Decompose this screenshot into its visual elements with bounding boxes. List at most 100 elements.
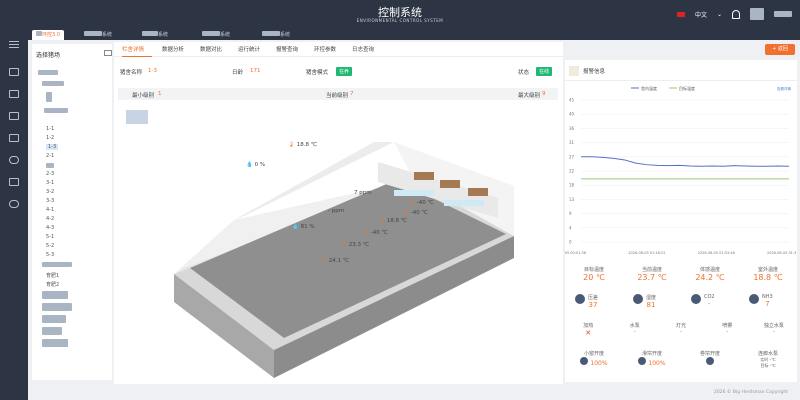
language-selector[interactable]: 中文: [695, 10, 707, 19]
details-link[interactable]: 查看详情: [777, 86, 791, 91]
chevron-down-icon: ⌄: [716, 10, 722, 18]
tab-params[interactable]: 环控参数: [314, 45, 336, 53]
y-tick-label: 4: [569, 225, 572, 230]
home-icon[interactable]: [9, 68, 19, 76]
footer: 2026 © Big Herdsman Copyright: [714, 390, 788, 395]
bell-icon[interactable]: [732, 9, 740, 19]
tree-item[interactable]: 2-1: [46, 153, 54, 159]
current-level: 7: [350, 91, 354, 97]
state-badge: 在线: [536, 67, 553, 76]
back-button[interactable]: + 返回: [765, 44, 795, 55]
temperature-chart: 舍内温度目标温度查看详情454036312722181394008-05 00:…: [565, 85, 797, 255]
chart-icon[interactable]: [9, 90, 19, 98]
top-bar: 控制系统 ENVIRONMENTAL CONTROL SYSTEM 中文 ⌄: [0, 0, 800, 28]
opening-roll: 卷帘开度: [681, 350, 739, 369]
device-indep-pump[interactable]: 独立水泵 -: [751, 322, 797, 337]
tree-item[interactable]: 4-1: [46, 207, 54, 213]
tab-system-4[interactable]: 系统: [258, 30, 294, 40]
tab-detail[interactable]: 栏舍详情: [122, 45, 144, 53]
temp-sensor: 🌡 18.8 ℃: [378, 218, 407, 224]
stat-feel: 体感温度 24.2 ℃: [695, 267, 725, 282]
menu-icon[interactable]: [9, 44, 19, 45]
farm-tree: 选择猪场 1-1 1-2 1-3 2-1 2-3 3-1 3-2 3-3 4-1…: [32, 44, 112, 380]
tree-item[interactable]: 5-2: [46, 243, 54, 249]
username[interactable]: [774, 11, 792, 17]
house-name: 1-3: [148, 68, 157, 74]
humidity-sensor: 💧 81 %: [292, 224, 315, 230]
settings-icon[interactable]: [9, 134, 19, 142]
opening-window: 小窗开度 100%: [565, 350, 623, 369]
device-row: 加热 ✕ 水泵 - 灯光 - 喷雾 - 独立水泵 -: [565, 322, 797, 337]
temp-sensor: 🌡 24.1 ℃: [320, 258, 349, 264]
gas-icon: [749, 294, 759, 304]
tree-item[interactable]: 2-3: [46, 171, 54, 177]
stats-row: 目标温度 20 ℃ 当前温度 23.7 ℃ 体感温度 24.2 ℃ 室外温度 18.8 …: [565, 266, 797, 282]
main-panel: 栏舍详情 数据分析 数据对比 运行统计 报警查询 环控参数 日志查询 猪舍名称 …: [114, 42, 563, 384]
tree-item[interactable]: 3-3: [46, 198, 54, 204]
y-tick-label: 40: [569, 112, 575, 117]
y-tick-label: 27: [569, 154, 575, 159]
stat-current: 当前温度 23.7 ℃: [637, 267, 667, 282]
barn-thumbnail[interactable]: [126, 110, 148, 124]
device-spray[interactable]: 喷雾 -: [704, 322, 750, 337]
tab-analysis[interactable]: 数据分析: [162, 45, 184, 53]
sensor-pressure: 压差 37: [565, 294, 623, 309]
tree-item[interactable]: 1-2: [46, 135, 54, 141]
y-tick-label: 22: [569, 169, 575, 174]
tree-item[interactable]: 5-3: [46, 252, 54, 258]
tab-system-1[interactable]: 系统: [80, 30, 116, 40]
device-pump[interactable]: 水泵 -: [611, 322, 657, 337]
legend-label: 舍内温度: [641, 85, 657, 91]
tab-system-3[interactable]: 系统: [198, 30, 234, 40]
tree-item[interactable]: 3-1: [46, 180, 54, 186]
y-tick-label: 45: [569, 98, 575, 103]
flag-icon: [676, 11, 685, 17]
tree-title: 选择猪场: [36, 52, 61, 59]
ammonia-sensor: 7 ppm: [354, 190, 372, 196]
series-line: [581, 156, 790, 167]
gauge-icon: [575, 294, 585, 304]
x-tick-label: 2026-08-05 01:31:42: [767, 251, 797, 255]
cloud-icon: [691, 294, 701, 304]
avatar[interactable]: [750, 8, 764, 20]
tree-item[interactable]: 4-3: [46, 225, 54, 231]
legend-label: 目标温度: [679, 85, 695, 91]
sensor-row: 压差 37 湿度 81 CO2- NH3 7: [565, 294, 797, 309]
tree-item[interactable]: 4-2: [46, 216, 54, 222]
tab-compare[interactable]: 数据对比: [200, 45, 222, 53]
gear-icon[interactable]: [9, 200, 19, 208]
humidity-sensor: 💧 0 %: [246, 162, 266, 168]
stat-target: 目标温度 20 ℃: [583, 267, 605, 282]
tree-item-selected[interactable]: 1-3: [46, 144, 59, 150]
tree-item[interactable]: 1-1: [46, 126, 54, 132]
collapse-icon[interactable]: [104, 50, 112, 56]
tree-item[interactable]: 育肥1: [46, 272, 59, 279]
window-tabs: 环控3.0 系统 系统 系统 系统: [28, 28, 800, 40]
drop-icon: [633, 294, 643, 304]
tab-log[interactable]: 日志查询: [352, 45, 374, 53]
tab-system-2[interactable]: 系统: [138, 30, 172, 40]
tree-item[interactable]: 育肥2: [46, 281, 59, 288]
y-tick-label: 36: [569, 126, 575, 131]
tab-alarm-query[interactable]: 报警查询: [276, 45, 298, 53]
device-light[interactable]: 灯光 -: [658, 322, 704, 337]
device-heating[interactable]: 加热 ✕: [565, 322, 611, 337]
tree-item[interactable]: 5-1: [46, 234, 54, 240]
alarm-title: 报警信息: [583, 69, 606, 75]
temp-sensor: 🌡 -40 ℃: [402, 210, 428, 216]
min-level: 1: [158, 91, 162, 97]
sensor-co2: CO2-: [681, 294, 739, 309]
x-tick-label: 2026-08-05 01:16:22: [628, 251, 665, 255]
y-tick-label: 31: [569, 140, 575, 145]
y-tick-label: 13: [569, 197, 575, 202]
mode-badge: 在养: [336, 67, 353, 76]
temp-sensor: 🌡 -40 ℃: [408, 200, 434, 206]
tab-env[interactable]: 环控3.0: [32, 30, 64, 40]
tree-item[interactable]: 3-2: [46, 189, 54, 195]
alarm-icon[interactable]: [9, 178, 19, 186]
target-icon[interactable]: [9, 156, 19, 164]
alarm-panel: 报警信息 舍内温度目标温度查看详情454036312722181394008-0…: [565, 60, 797, 382]
sensor-humidity: 湿度 81: [623, 294, 681, 309]
tab-stats[interactable]: 运行统计: [238, 45, 260, 53]
document-icon[interactable]: [9, 112, 19, 120]
